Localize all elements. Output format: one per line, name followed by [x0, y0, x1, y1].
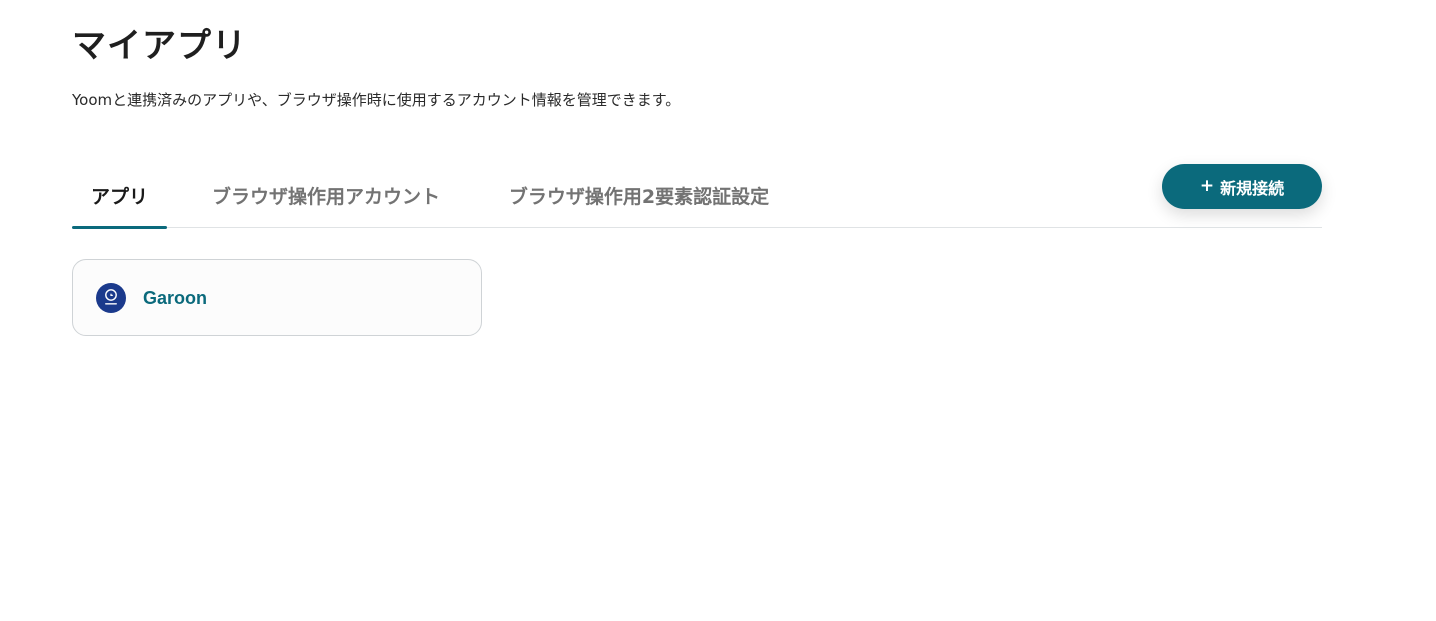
app-name: Garoon — [143, 288, 208, 308]
new-connection-button[interactable]: + 新規接続 — [1162, 164, 1322, 209]
tab-browser-accounts[interactable]: ブラウザ操作用アカウント — [212, 164, 440, 228]
new-connection-label: 新規接続 — [1220, 178, 1285, 198]
tab-bar: アプリ ブラウザ操作用アカウント ブラウザ操作用2要素認証設定 — [72, 164, 1322, 229]
app-card-garoon[interactable]: Garoon — [72, 259, 482, 336]
page-description: Yoomと連携済みのアプリや、ブラウザ操作時に使用するアカウント情報を管理できま… — [72, 91, 681, 109]
page-title: マイアプリ — [72, 26, 247, 66]
garoon-logo-icon — [96, 283, 126, 313]
plus-icon: + — [1199, 176, 1215, 196]
tab-apps[interactable]: アプリ — [72, 164, 167, 229]
my-apps-page: マイアプリ Yoomと連携済みのアプリや、ブラウザ操作時に使用するアカウント情報… — [0, 0, 1436, 621]
tab-browser-2fa-settings[interactable]: ブラウザ操作用2要素認証設定 — [503, 164, 775, 228]
